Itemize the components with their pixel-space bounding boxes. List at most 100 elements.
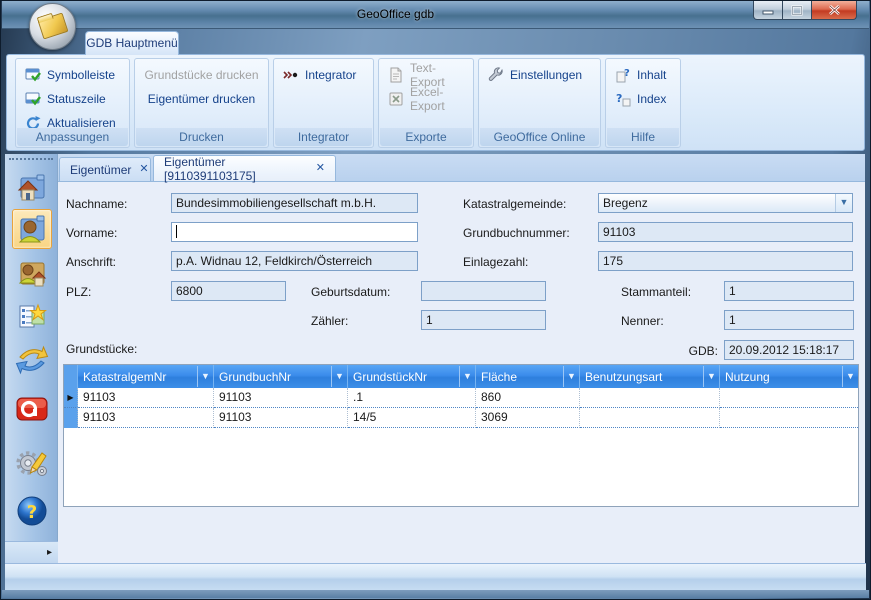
- index-button[interactable]: ? Index: [612, 88, 674, 110]
- zaehler-value: 1: [426, 313, 433, 327]
- list-star-icon: [15, 299, 49, 333]
- anschrift-field[interactable]: p.A. Widnau 12, Feldkirch/Österreich: [171, 251, 418, 271]
- chevron-down-icon[interactable]: ▼: [835, 194, 852, 212]
- svg-text:?: ?: [616, 92, 622, 105]
- integrator-button[interactable]: Integrator: [280, 64, 367, 86]
- tab-close-icon[interactable]: ✕: [316, 163, 325, 174]
- inhalt-button[interactable]: ? Inhalt: [612, 64, 674, 86]
- svg-text:?: ?: [624, 68, 630, 79]
- column-header-katastralgemnr[interactable]: KatastralgemNr ▼: [78, 365, 214, 388]
- grid-indicator-header: [64, 365, 78, 388]
- sidebar-synchronisieren-button[interactable]: [12, 340, 52, 380]
- column-header-flaeche[interactable]: Fläche ▼: [476, 365, 580, 388]
- arcgis-icon: [14, 391, 50, 427]
- symbolleiste-button[interactable]: Symbolleiste: [22, 64, 123, 86]
- cell-benutzungsart[interactable]: [580, 408, 720, 428]
- svg-text:?: ?: [27, 502, 37, 523]
- text-export-button[interactable]: Text-Export: [385, 64, 467, 86]
- geburtsdatum-field[interactable]: [421, 281, 546, 301]
- text-document-icon: [388, 67, 404, 83]
- filter-dropdown-icon[interactable]: ▼: [197, 366, 213, 387]
- ribbon: Symbolleiste Statuszeile Aktualisieren A…: [6, 54, 865, 151]
- sidebar-neuer-eintrag-button[interactable]: [12, 296, 52, 336]
- cell-grundbuchnr[interactable]: 91103: [214, 408, 348, 428]
- column-header-grundbuchnr[interactable]: GrundbuchNr ▼: [214, 365, 348, 388]
- maximize-icon: [791, 4, 803, 16]
- filter-dropdown-icon[interactable]: ▼: [842, 366, 858, 387]
- grundstuecke-drucken-button[interactable]: Grundstücke drucken: [141, 64, 262, 86]
- wrench-icon: [488, 67, 504, 83]
- application-window: GeoOffice gdb GDB Hauptmenü Symbolleiste: [0, 0, 871, 600]
- einstellungen-button[interactable]: Einstellungen: [485, 64, 594, 86]
- integrator-icon: [283, 67, 299, 83]
- minimize-button[interactable]: [753, 1, 783, 20]
- cell-flaeche[interactable]: 860: [476, 388, 580, 408]
- symbolleiste-label: Symbolleiste: [47, 68, 115, 82]
- cell-katastralgemnr[interactable]: 91103: [78, 388, 214, 408]
- nenner-label: Nenner:: [621, 311, 664, 331]
- application-menu-button[interactable]: [29, 3, 76, 50]
- ribbon-group-anpassungen: Symbolleiste Statuszeile Aktualisieren A…: [15, 58, 130, 148]
- einlagezahl-label: Einlagezahl:: [463, 252, 528, 272]
- nachname-field[interactable]: Bundesimmobiliengesellschaft m.b.H.: [171, 193, 418, 213]
- title-bar[interactable]: GeoOffice gdb: [2, 1, 869, 29]
- sidebar-expand-button[interactable]: ▸: [5, 541, 58, 563]
- cell-nutzung[interactable]: [720, 388, 858, 408]
- plz-value: 6800: [176, 284, 203, 298]
- cell-grundbuchnr[interactable]: 91103: [214, 388, 348, 408]
- column-header-nutzung[interactable]: Nutzung ▼: [720, 365, 858, 388]
- toolbar-grip-handle[interactable]: [9, 158, 53, 162]
- sidebar-eigentuemer-grundstueck-button[interactable]: [12, 253, 52, 293]
- cell-nutzung[interactable]: [720, 408, 858, 428]
- group-label-exporte: Exporte: [380, 128, 472, 146]
- grundbuchnummer-value: 91103: [603, 225, 635, 239]
- table-row[interactable]: ▶ 91103 91103 .1 860: [64, 388, 858, 408]
- filter-dropdown-icon[interactable]: ▼: [331, 366, 347, 387]
- column-label: GrundbuchNr: [219, 370, 291, 384]
- sidebar-arcgis-button[interactable]: [12, 389, 52, 429]
- stammanteil-field[interactable]: 1: [724, 281, 854, 301]
- statuszeile-button[interactable]: Statuszeile: [22, 88, 123, 110]
- sidebar-grundstueck-button[interactable]: [12, 167, 52, 207]
- index-label: Index: [637, 92, 666, 106]
- person-house-folder-icon: [15, 256, 49, 290]
- zaehler-field[interactable]: 1: [421, 310, 546, 330]
- plz-field[interactable]: 6800: [171, 281, 286, 301]
- excel-export-button[interactable]: Excel-Export: [385, 88, 467, 110]
- sidebar-eigentuemer-button[interactable]: [12, 209, 52, 249]
- column-label: KatastralgemNr: [83, 370, 166, 384]
- filter-dropdown-icon[interactable]: ▼: [703, 366, 719, 387]
- cell-benutzungsart[interactable]: [580, 388, 720, 408]
- table-row[interactable]: 91103 91103 14/5 3069: [64, 408, 858, 428]
- ribbon-tab-gdb-hauptmenu[interactable]: GDB Hauptmenü: [85, 31, 179, 55]
- cell-grundstuecknr[interactable]: 14/5: [348, 408, 476, 428]
- grid-header-row: KatastralgemNr ▼ GrundbuchNr ▼ Grundstüc…: [64, 365, 858, 388]
- tab-close-icon[interactable]: ✕: [139, 164, 148, 175]
- cell-flaeche[interactable]: 3069: [476, 408, 580, 428]
- katastralgemeinde-select[interactable]: Bregenz ▼: [598, 193, 853, 213]
- gdb-field[interactable]: 20.09.2012 15:18:17: [724, 340, 854, 360]
- nenner-field[interactable]: 1: [724, 310, 854, 330]
- einlagezahl-field[interactable]: 175: [598, 251, 853, 271]
- close-button[interactable]: [812, 1, 857, 20]
- eigentuemer-drucken-button[interactable]: Eigentümer drucken: [141, 88, 262, 110]
- vorname-field[interactable]: [171, 222, 418, 242]
- sidebar-einstellungen-button[interactable]: [12, 442, 52, 482]
- cell-katastralgemnr[interactable]: 91103: [78, 408, 214, 428]
- help-index-icon: ?: [615, 91, 631, 107]
- tab-eigentuemer-detail[interactable]: Eigentümer [9110391103175] ✕: [153, 155, 336, 181]
- sidebar-hilfe-button[interactable]: ?: [12, 491, 52, 531]
- group-label-anpassungen: Anpassungen: [17, 128, 128, 146]
- folder-house-icon: [15, 170, 49, 204]
- column-header-benutzungsart[interactable]: Benutzungsart ▼: [580, 365, 720, 388]
- geburtsdatum-label: Geburtsdatum:: [311, 282, 390, 302]
- grundbuchnummer-field[interactable]: 91103: [598, 222, 853, 242]
- filter-dropdown-icon[interactable]: ▼: [459, 366, 475, 387]
- tab-eigentuemer[interactable]: Eigentümer ✕: [59, 157, 151, 181]
- filter-dropdown-icon[interactable]: ▼: [563, 366, 579, 387]
- maximize-button[interactable]: [783, 1, 812, 20]
- column-header-grundstuecknr[interactable]: GrundstückNr ▼: [348, 365, 476, 388]
- current-row-indicator: ▶: [64, 388, 78, 408]
- cell-grundstuecknr[interactable]: .1: [348, 388, 476, 408]
- einlagezahl-value: 175: [603, 254, 623, 268]
